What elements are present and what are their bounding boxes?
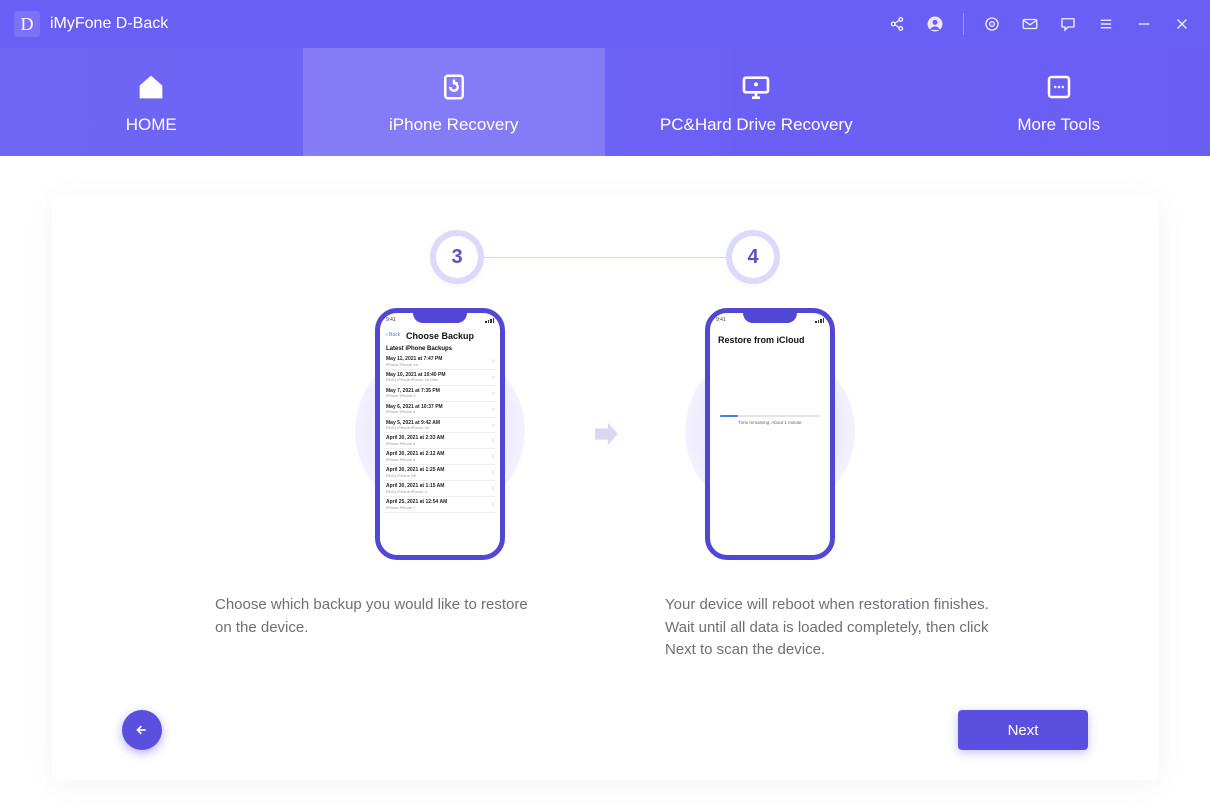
tab-tools-label: More Tools <box>1017 115 1100 135</box>
tab-pc-recovery[interactable]: PC&Hard Drive Recovery <box>605 48 908 156</box>
monitor-icon <box>738 69 774 105</box>
feedback-icon[interactable] <box>1058 14 1078 34</box>
app-window: D iMyFone D-Back <box>0 0 1210 810</box>
phone-step-4: 9:41 Restore from iCloud Time remaining:… <box>685 308 855 560</box>
phone-frame-right: 9:41 Restore from iCloud Time remaining:… <box>705 308 835 560</box>
account-icon[interactable] <box>925 14 945 34</box>
main-card: 3 4 9:41 ‹ Back Ch <box>52 196 1158 780</box>
step-badge-3: 3 <box>436 236 478 278</box>
backup-item: May 11, 2021 at 7:47 PMiPhone iPhone Xs <box>384 354 496 370</box>
mail-icon[interactable] <box>1020 14 1040 34</box>
backup-list: May 11, 2021 at 7:47 PMiPhone iPhone XsM… <box>380 354 500 513</box>
next-button[interactable]: Next <box>958 710 1088 750</box>
step-connector <box>478 257 732 258</box>
backup-item: April 30, 2021 at 1:15 AMRD31 iPhone iPh… <box>384 481 496 497</box>
phone-left-title: Choose Backup <box>388 331 492 341</box>
more-icon <box>1041 69 1077 105</box>
step-indicator: 3 4 <box>122 236 1088 278</box>
titlebar-icons <box>887 13 1192 35</box>
step-badge-4: 4 <box>732 236 774 278</box>
app-title: iMyFone D-Back <box>50 15 168 33</box>
tab-iphone-recovery[interactable]: iPhone Recovery <box>303 48 606 156</box>
phone-left-subhead: Latest iPhone Backups <box>380 344 500 354</box>
tab-iphone-label: iPhone Recovery <box>389 115 518 135</box>
tab-pc-label: PC&Hard Drive Recovery <box>660 115 853 135</box>
backup-item: April 30, 2021 at 2:33 AMiPhone iPhone 6 <box>384 433 496 449</box>
tab-more-tools[interactable]: More Tools <box>908 48 1210 156</box>
backup-item: May 10, 2021 at 10:40 PMRD31 iPhone iPho… <box>384 370 496 386</box>
content-area: 3 4 9:41 ‹ Back Ch <box>0 156 1210 810</box>
phone-frame-left: 9:41 ‹ Back Choose Backup Latest iPhone … <box>375 308 505 560</box>
phones-row: 9:41 ‹ Back Choose Backup Latest iPhone … <box>122 308 1088 560</box>
phone-right-title: Restore from iCloud <box>710 325 830 345</box>
close-icon[interactable] <box>1172 14 1192 34</box>
tab-home-label: HOME <box>126 115 177 135</box>
settings-icon[interactable] <box>982 14 1002 34</box>
nav-tabs: HOME iPhone Recovery PC&Hard Drive Recov… <box>0 48 1210 156</box>
backup-item: April 30, 2021 at 1:25 AMRD31 iPhone SE <box>384 465 496 481</box>
tab-home[interactable]: HOME <box>0 48 303 156</box>
description-step-3: Choose which backup you would like to re… <box>215 594 545 662</box>
backup-item: May 5, 2021 at 9:42 AMRD31 iPhone iPhone… <box>384 418 496 434</box>
app-badge: D <box>14 11 40 37</box>
backup-item: April 25, 2021 at 12:54 AMiPhone iPhone … <box>384 497 496 513</box>
restore-caption: Time remaining: About 1 minute <box>720 420 820 425</box>
titlebar: D iMyFone D-Back <box>0 0 1210 48</box>
titlebar-divider <box>963 13 964 35</box>
description-step-4: Your device will reboot when restoration… <box>665 594 995 662</box>
descriptions-row: Choose which backup you would like to re… <box>122 594 1088 662</box>
refresh-box-icon <box>436 69 472 105</box>
footer-row: Next <box>122 684 1088 750</box>
menu-icon[interactable] <box>1096 14 1116 34</box>
restore-progress: Time remaining: About 1 minute <box>720 415 820 425</box>
minimize-icon[interactable] <box>1134 14 1154 34</box>
share-icon[interactable] <box>887 14 907 34</box>
backup-item: May 6, 2021 at 10:37 PMiPhone iPhone 8 <box>384 402 496 418</box>
backup-item: May 7, 2021 at 7:35 PMiPhone iPhone X <box>384 386 496 402</box>
backup-item: April 30, 2021 at 2:12 AMiPhone iPhone 6 <box>384 449 496 465</box>
home-icon <box>133 69 169 105</box>
arrow-icon <box>585 417 625 451</box>
phone-step-3: 9:41 ‹ Back Choose Backup Latest iPhone … <box>355 308 525 560</box>
back-button[interactable] <box>122 710 162 750</box>
phone-back-link: ‹ Back <box>386 332 400 338</box>
